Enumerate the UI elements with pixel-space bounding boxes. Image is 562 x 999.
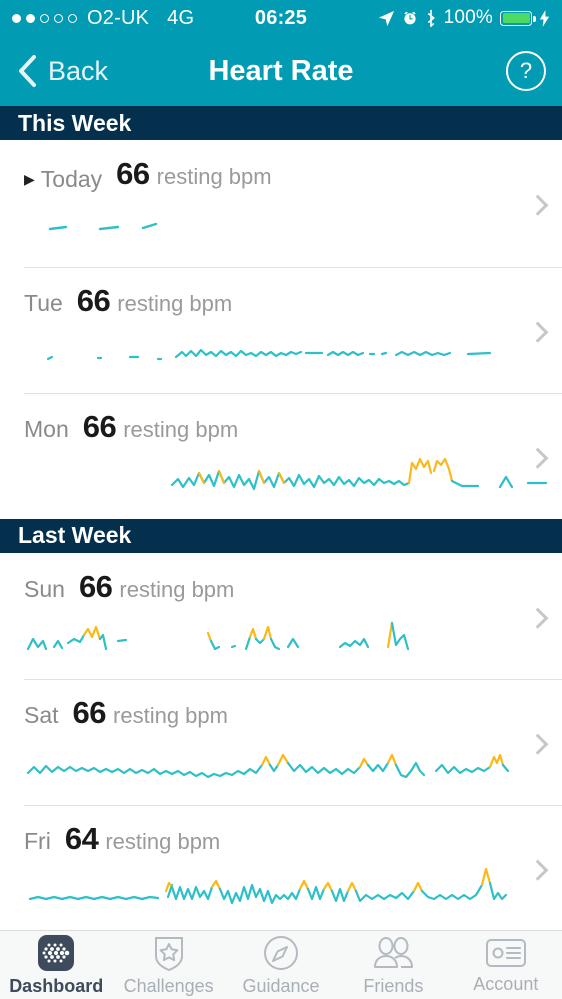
bpm-group: 66 resting bpm	[83, 409, 238, 445]
day-label: Tue	[24, 289, 63, 316]
day-label: Sun	[24, 575, 65, 602]
heart-rate-list[interactable]: This Week ▶ Today 66 resting bpm Tue 66 …	[0, 106, 562, 930]
status-bar: O2-UK 4G 06:25 100%	[0, 0, 562, 36]
section-title: Last Week	[18, 522, 132, 548]
tab-label: Friends	[363, 975, 424, 996]
lightning-bolt-icon	[539, 9, 550, 27]
location-arrow-icon	[378, 10, 394, 26]
tab-bar: Dashboard Challenges Guidance Friends Ac…	[0, 930, 562, 999]
tab-label: Account	[473, 973, 539, 994]
tab-account[interactable]: Account	[450, 936, 562, 995]
id-card-icon	[485, 938, 526, 967]
row-header: Tue 66 resting bpm	[0, 267, 562, 319]
two-people-icon	[374, 936, 414, 968]
bpm-group: 66 resting bpm	[73, 695, 228, 731]
fitbit-dots-icon	[38, 934, 75, 971]
table-row[interactable]: Mon 66 resting bpm	[0, 392, 562, 519]
day-label: Sat	[24, 701, 59, 728]
bpm-group: 64 resting bpm	[65, 821, 220, 857]
today-marker-icon: ▶	[24, 171, 35, 187]
tab-label: Dashboard	[9, 975, 104, 996]
table-row[interactable]: Sun 66 resting bpm	[0, 552, 562, 679]
alarm-clock-icon	[403, 11, 416, 25]
bpm-group: 66 resting bpm	[79, 569, 234, 605]
status-bar-left: O2-UK 4G	[12, 7, 194, 30]
day-label: ▶ Today	[24, 165, 103, 192]
bpm-group: 66 resting bpm	[116, 156, 271, 192]
tab-label: Challenges	[123, 975, 214, 996]
bpm-unit-label: resting bpm	[117, 290, 233, 316]
back-label: Back	[48, 55, 109, 86]
back-button[interactable]: Back	[16, 54, 108, 88]
tab-guidance[interactable]: Guidance	[225, 934, 337, 997]
battery-icon	[500, 10, 536, 26]
resting-bpm-value: 66	[82, 408, 117, 444]
resting-bpm-value: 66	[116, 156, 150, 191]
sparkline-chart	[26, 753, 510, 778]
help-icon: ?	[519, 58, 533, 83]
network-type-label: 4G	[167, 6, 195, 29]
table-row[interactable]: ▶ Today 66 resting bpm	[0, 140, 562, 267]
carrier-label: O2-UK	[87, 6, 150, 29]
battery-percent-label: 100%	[443, 7, 493, 28]
bpm-unit-label: resting bpm	[119, 576, 235, 602]
row-header: Fri 64 resting bpm	[0, 805, 562, 857]
shield-star-icon	[154, 936, 183, 971]
sparkline-chart	[170, 457, 548, 490]
resting-bpm-value: 64	[64, 820, 99, 856]
resting-bpm-value: 66	[76, 282, 111, 318]
resting-bpm-value: 66	[72, 694, 107, 730]
row-header: Sun 66 resting bpm	[0, 553, 562, 605]
bpm-unit-label: resting bpm	[105, 828, 221, 854]
navigation-bar: Back Heart Rate ?	[0, 36, 562, 106]
bpm-unit-label: resting bpm	[156, 164, 272, 189]
compass-icon	[264, 935, 299, 970]
bluetooth-icon	[427, 9, 435, 27]
status-bar-right: 100%	[378, 7, 550, 29]
sparkline-chart	[26, 621, 410, 650]
section-title: This Week	[18, 109, 132, 136]
sparkline-chart	[48, 222, 158, 230]
row-header: ▶ Today 66 resting bpm	[0, 140, 562, 193]
section-header-last-week: Last Week	[0, 518, 562, 553]
bpm-unit-label: resting bpm	[113, 702, 228, 728]
bpm-unit-label: resting bpm	[123, 416, 239, 442]
tab-label: Guidance	[242, 975, 320, 996]
tab-dashboard[interactable]: Dashboard	[0, 934, 112, 997]
day-label: Mon	[24, 415, 69, 442]
app-screen: O2-UK 4G 06:25 100% Back Heart Rate ? Th…	[0, 0, 562, 999]
resting-bpm-value: 66	[78, 568, 113, 604]
chevron-left-icon	[19, 55, 36, 87]
help-button[interactable]: ?	[506, 51, 546, 91]
row-header: Sat 66 resting bpm	[0, 679, 562, 731]
tab-friends[interactable]: Friends	[337, 934, 449, 997]
section-header-this-week: This Week	[0, 106, 562, 140]
row-header: Mon 66 resting bpm	[0, 393, 562, 445]
sparkline-chart	[28, 867, 508, 904]
table-row[interactable]: Tue 66 resting bpm	[0, 266, 562, 393]
bpm-group: 66 resting bpm	[77, 283, 232, 319]
day-label: Fri	[24, 827, 51, 854]
sparkline-chart	[46, 348, 492, 360]
table-row[interactable]: Sat 66 resting bpm	[0, 678, 562, 805]
signal-strength-icon	[12, 13, 77, 23]
tab-challenges[interactable]: Challenges	[112, 934, 224, 997]
table-row[interactable]: Fri 64 resting bpm	[0, 804, 562, 930]
